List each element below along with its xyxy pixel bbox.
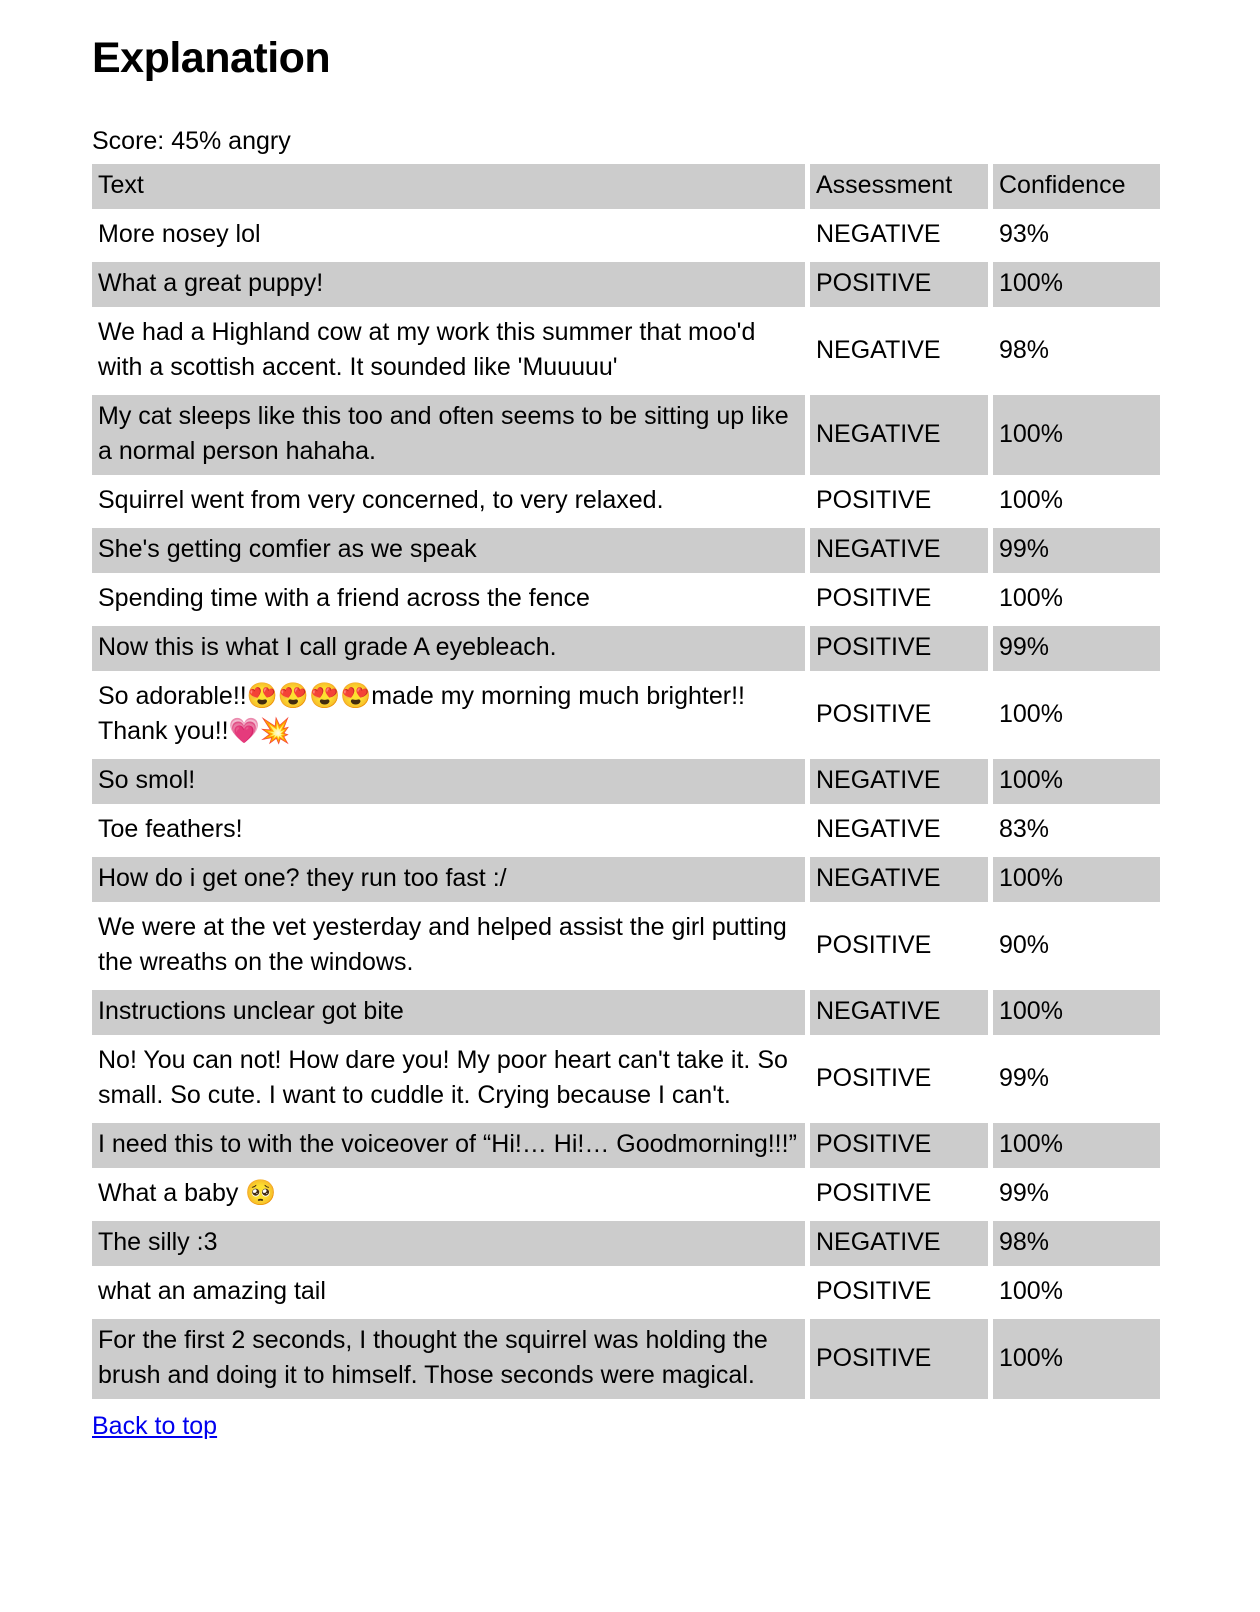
- score-label: Score: 45% angry: [92, 127, 291, 156]
- cell-confidence: 100%: [993, 395, 1160, 476]
- back-to-top-link[interactable]: Back to top: [92, 1412, 217, 1440]
- table-row: More nosey lol NEGATIVE 93%: [92, 213, 1160, 259]
- cell-confidence: 100%: [993, 479, 1160, 525]
- cell-confidence: 93%: [993, 213, 1160, 259]
- column-header-confidence: Confidence: [993, 164, 1160, 210]
- cell-confidence: 98%: [993, 311, 1160, 392]
- cell-text: My cat sleeps like this too and often se…: [92, 395, 805, 476]
- cell-assessment: POSITIVE: [810, 262, 988, 308]
- cell-text: We had a Highland cow at my work this su…: [92, 311, 805, 392]
- cell-confidence: 100%: [993, 1270, 1160, 1316]
- cell-text: More nosey lol: [92, 213, 805, 259]
- table-row: We were at the vet yesterday and helped …: [92, 906, 1160, 987]
- cell-confidence: 100%: [993, 1123, 1160, 1169]
- cell-confidence: 98%: [993, 1221, 1160, 1267]
- cell-text: Spending time with a friend across the f…: [92, 577, 805, 623]
- cell-text: How do i get one? they run too fast :/: [92, 857, 805, 903]
- table-header-row: Text Assessment Confidence: [92, 164, 1160, 210]
- table-row: The silly :3 NEGATIVE 98%: [92, 1221, 1160, 1267]
- cell-assessment: POSITIVE: [810, 1270, 988, 1316]
- table-row: Now this is what I call grade A eyebleac…: [92, 626, 1160, 672]
- cell-text: I need this to with the voiceover of “Hi…: [92, 1123, 805, 1169]
- table-row: I need this to with the voiceover of “Hi…: [92, 1123, 1160, 1169]
- explanation-page: Explanation Score: 45% angry Text Assess…: [0, 0, 1260, 1471]
- cell-assessment: POSITIVE: [810, 1319, 988, 1400]
- cell-assessment: NEGATIVE: [810, 528, 988, 574]
- cell-text: We were at the vet yesterday and helped …: [92, 906, 805, 987]
- column-header-assessment: Assessment: [810, 164, 988, 210]
- table-row: My cat sleeps like this too and often se…: [92, 395, 1160, 476]
- table-row: Instructions unclear got bite NEGATIVE 100…: [92, 990, 1160, 1036]
- table-body: More nosey lol NEGATIVE 93% What a great pu…: [92, 213, 1160, 1400]
- table-row: How do i get one? they run too fast :/NE…: [92, 857, 1160, 903]
- table-row: No! You can not! How dare you! My poor h…: [92, 1039, 1160, 1120]
- explanation-table: Text Assessment Confidence More nosey lo…: [87, 160, 1165, 1403]
- cell-text: what an amazing tail: [92, 1270, 805, 1316]
- table-row: Spending time with a friend across the f…: [92, 577, 1160, 623]
- cell-text: So adorable!!😍😍😍😍made my morning much br…: [92, 675, 805, 756]
- page-title: Explanation: [92, 34, 331, 82]
- cell-confidence: 100%: [993, 577, 1160, 623]
- table-head: Text Assessment Confidence: [92, 164, 1160, 210]
- table-row: Squirrel went from very concerned, to ve…: [92, 479, 1160, 525]
- cell-assessment: POSITIVE: [810, 479, 988, 525]
- table-row: So adorable!!😍😍😍😍made my morning much br…: [92, 675, 1160, 756]
- cell-text: Toe feathers!: [92, 808, 805, 854]
- cell-confidence: 100%: [993, 675, 1160, 756]
- cell-assessment: POSITIVE: [810, 1123, 988, 1169]
- table-row: For the first 2 seconds, I thought the s…: [92, 1319, 1160, 1400]
- cell-confidence: 99%: [993, 1172, 1160, 1218]
- cell-assessment: POSITIVE: [810, 906, 988, 987]
- table-row: What a great puppy! POSITIVE 100%: [92, 262, 1160, 308]
- cell-text: She's getting comfier as we speak: [92, 528, 805, 574]
- table-row: She's getting comfier as we speak NEGATIV…: [92, 528, 1160, 574]
- cell-confidence: 90%: [993, 906, 1160, 987]
- column-header-text: Text: [92, 164, 805, 210]
- cell-assessment: POSITIVE: [810, 1039, 988, 1120]
- cell-assessment: NEGATIVE: [810, 857, 988, 903]
- cell-text: What a great puppy!: [92, 262, 805, 308]
- cell-text: For the first 2 seconds, I thought the s…: [92, 1319, 805, 1400]
- cell-confidence: 100%: [993, 857, 1160, 903]
- table-row: Toe feathers! NEGATIVE 83%: [92, 808, 1160, 854]
- cell-confidence: 100%: [993, 262, 1160, 308]
- cell-text: What a baby 🥺: [92, 1172, 805, 1218]
- cell-confidence: 99%: [993, 528, 1160, 574]
- cell-assessment: NEGATIVE: [810, 213, 988, 259]
- cell-text: Now this is what I call grade A eyebleac…: [92, 626, 805, 672]
- cell-text: No! You can not! How dare you! My poor h…: [92, 1039, 805, 1120]
- cell-text: Squirrel went from very concerned, to ve…: [92, 479, 805, 525]
- cell-text: So smol!: [92, 759, 805, 805]
- cell-text: Instructions unclear got bite: [92, 990, 805, 1036]
- table-row: So smol! NEGATIVE 100%: [92, 759, 1160, 805]
- back-link-container: Back to top: [92, 1403, 1260, 1471]
- cell-assessment: POSITIVE: [810, 1172, 988, 1218]
- table-row: what an amazing tail POSITIVE 100%: [92, 1270, 1160, 1316]
- cell-assessment: POSITIVE: [810, 577, 988, 623]
- cell-assessment: NEGATIVE: [810, 808, 988, 854]
- cell-text: The silly :3: [92, 1221, 805, 1267]
- cell-assessment: NEGATIVE: [810, 311, 988, 392]
- cell-assessment: NEGATIVE: [810, 990, 988, 1036]
- cell-confidence: 99%: [993, 1039, 1160, 1120]
- cell-confidence: 100%: [993, 990, 1160, 1036]
- cell-confidence: 99%: [993, 626, 1160, 672]
- cell-confidence: 100%: [993, 1319, 1160, 1400]
- cell-assessment: NEGATIVE: [810, 395, 988, 476]
- cell-assessment: NEGATIVE: [810, 759, 988, 805]
- cell-confidence: 83%: [993, 808, 1160, 854]
- cell-confidence: 100%: [993, 759, 1160, 805]
- table-row: What a baby 🥺 POSITIVE 99%: [92, 1172, 1160, 1218]
- cell-assessment: POSITIVE: [810, 675, 988, 756]
- cell-assessment: NEGATIVE: [810, 1221, 988, 1267]
- cell-assessment: POSITIVE: [810, 626, 988, 672]
- table-row: We had a Highland cow at my work this su…: [92, 311, 1160, 392]
